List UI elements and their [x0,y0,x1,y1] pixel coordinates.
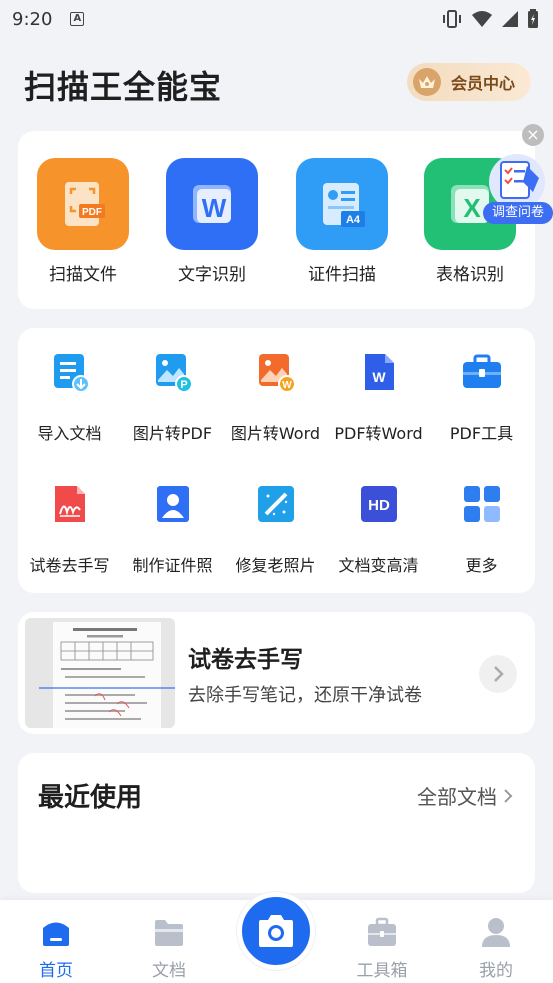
main-tools-card: PDF 扫描文件 W 文字识别 A4 证件扫描 X 表格识别 [18,131,535,309]
import-doc-label: 导入文档 [37,424,102,443]
header: 扫描王全能宝 会员中心 [0,50,553,120]
image-to-pdf-button[interactable]: P 图片转PDF [121,352,224,444]
toolbox-icon [368,917,396,946]
svg-text:W: W [282,380,292,391]
tab-home-label: 首页 [39,961,73,981]
svg-text:A4: A4 [346,214,361,226]
svg-text:W: W [372,369,386,385]
table-recognition-label: 表格识别 [436,265,504,285]
image-to-word-label: 图片转Word [230,424,321,443]
vip-center-button[interactable]: 会员中心 [407,63,531,101]
image-to-word-icon: W [258,354,296,393]
tab-home[interactable]: 首页 [16,916,96,981]
image-to-pdf-icon: P [155,354,193,393]
vip-label: 会员中心 [451,74,516,93]
more-grid-icon [463,486,500,522]
close-icon[interactable]: × [522,124,544,146]
id-scan-label: 证件扫描 [308,265,376,285]
remove-handwriting-label: 试卷去手写 [29,556,110,575]
exam-paper-thumbnail [25,618,175,728]
tab-toolbox-label: 工具箱 [356,961,408,981]
scan-file-button[interactable]: PDF 扫描文件 [37,158,129,285]
svg-text:HD: HD [368,497,390,514]
hd-doc-label: 文档变高清 [338,556,419,575]
remove-handwriting-button[interactable]: 试卷去手写 [18,484,121,576]
import-doc-button[interactable]: 导入文档 [18,352,121,444]
survey-label[interactable]: 调查问卷 [483,202,553,224]
recent-title: 最近使用 [38,783,143,813]
crown-icon [413,68,441,96]
tab-profile[interactable]: 我的 [456,916,536,981]
tab-documents[interactable]: 文档 [129,916,209,981]
text-recognition-button[interactable]: W 文字识别 [166,158,258,285]
pdf-to-word-icon: W [364,354,394,390]
image-to-pdf-label: 图片转PDF [132,424,213,443]
ocr-word-icon: W [166,158,258,250]
home-icon [43,922,69,946]
all-documents-link[interactable]: 全部文档 [417,781,513,810]
tab-profile-label: 我的 [479,961,513,981]
folder-icon [155,920,183,946]
id-photo-icon [156,486,189,522]
all-documents-label: 全部文档 [417,785,497,809]
recent-card: 最近使用 全部文档 [18,753,535,893]
more-label: 更多 [465,556,498,575]
svg-text:P: P [180,379,187,391]
tab-documents-label: 文档 [152,961,186,981]
restore-photo-icon [257,486,294,522]
scan-file-label: 扫描文件 [49,265,117,285]
chevron-right-icon [504,788,513,803]
scan-pdf-icon: PDF [37,158,129,250]
svg-text:W: W [202,193,227,223]
notification-icon: A [70,12,85,26]
svg-text:X: X [463,193,481,223]
camera-icon [259,915,293,947]
app-title: 扫描王全能宝 [24,68,223,106]
id-scan-button[interactable]: A4 证件扫描 [296,158,388,285]
status-time: 9:20 [12,8,53,30]
status-bar: 9:20 A [0,0,553,38]
pdf-tools-label: PDF工具 [449,424,514,443]
id-photo-label: 制作证件照 [132,556,213,575]
text-recognition-label: 文字识别 [178,265,246,285]
wifi-icon [472,11,492,27]
tab-toolbox[interactable]: 工具箱 [342,916,422,981]
banner-subtitle: 去除手写笔记，还原干净试卷 [188,685,422,706]
pdf-tools-icon [462,354,501,388]
status-icons [441,9,539,29]
restore-photo-label: 修复老照片 [235,556,316,575]
camera-button[interactable] [237,892,315,970]
id-photo-button[interactable]: 制作证件照 [121,484,224,576]
tools-grid-card: 导入文档 P 图片转PDF W 图片转Word W PDF转Word PDF工具… [18,328,535,593]
vibrate-icon [443,10,461,28]
remove-handwriting-icon [54,486,85,522]
banner-title: 试卷去手写 [188,647,303,673]
image-to-word-button[interactable]: W 图片转Word [224,352,327,444]
pdf-tools-button[interactable]: PDF工具 [430,352,533,444]
handwriting-removal-banner[interactable]: 试卷去手写 去除手写笔记，还原干净试卷 [18,612,535,734]
pdf-to-word-label: PDF转Word [334,424,423,443]
chevron-right-icon[interactable] [479,655,517,693]
hd-doc-button[interactable]: HD 文档变高清 [327,484,430,576]
survey-icon [489,154,545,210]
signal-icon [502,11,518,27]
more-button[interactable]: 更多 [430,484,533,576]
id-scan-icon: A4 [296,158,388,250]
profile-icon [482,918,510,947]
restore-photo-button[interactable]: 修复老照片 [224,484,327,576]
svg-text:PDF: PDF [82,207,102,218]
hd-doc-icon: HD [360,486,397,522]
pdf-to-word-button[interactable]: W PDF转Word [327,352,430,444]
battery-icon [528,9,538,28]
import-doc-icon [53,354,90,393]
